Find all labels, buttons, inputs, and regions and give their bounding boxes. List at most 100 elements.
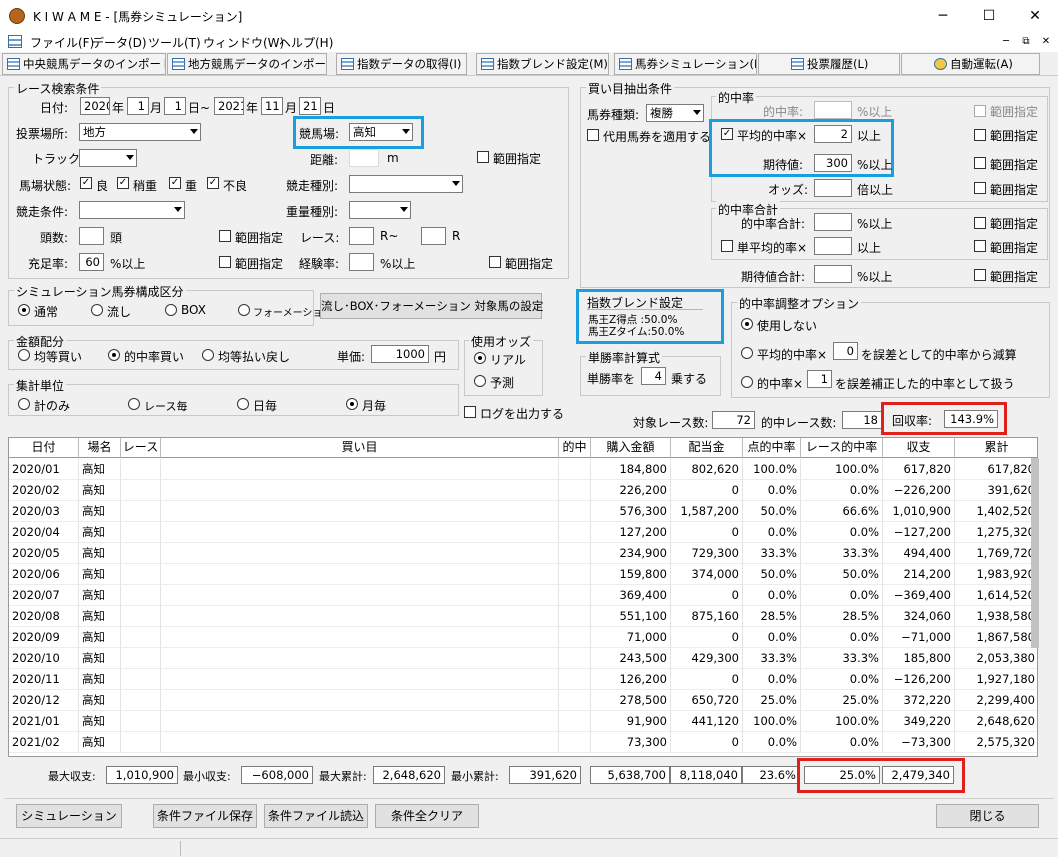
- win-power-input[interactable]: 4: [641, 367, 666, 385]
- hit-sum-input[interactable]: [814, 213, 852, 231]
- cond-heavy-checkbox[interactable]: ✓: [169, 177, 181, 189]
- table-row[interactable]: 2020/01 高知 184,800 802,620 100.0% 100.0% 617,8…: [9, 459, 1037, 480]
- target-horse-settings-button[interactable]: 流し･BOX･フォーメーション 対象馬の設定: [320, 293, 543, 319]
- adjust-correct-radio[interactable]: [741, 376, 753, 388]
- race-condition-select[interactable]: [79, 201, 185, 219]
- expected-value-input[interactable]: 300: [814, 154, 852, 172]
- sim-nagashi-radio[interactable]: [91, 304, 103, 316]
- vote-history-button[interactable]: 投票履歴(L): [758, 53, 900, 75]
- odds-real-radio[interactable]: [474, 352, 486, 364]
- day-from-input[interactable]: 1: [164, 97, 186, 115]
- cond-bad-checkbox[interactable]: ✓: [207, 177, 219, 189]
- mdi-restore-button[interactable]: ⧉: [1018, 35, 1034, 49]
- agg-day-radio[interactable]: [237, 398, 249, 410]
- experience-range-checkbox[interactable]: [489, 256, 501, 268]
- track-select[interactable]: [79, 149, 137, 167]
- table-row[interactable]: 2020/10 高知 243,500 429,300 33.3% 33.3% 185,800…: [9, 648, 1037, 669]
- import-central-button[interactable]: 中央競馬データのインポート(J): [2, 53, 166, 75]
- avg-hit-checkbox[interactable]: ✓: [721, 128, 733, 140]
- load-conditions-button[interactable]: 条件ファイル読込: [264, 804, 368, 828]
- menu-data[interactable]: データ(D): [92, 34, 147, 51]
- odds-input[interactable]: [814, 179, 852, 197]
- adjust-none-radio[interactable]: [741, 318, 753, 330]
- expected-sum-range-checkbox[interactable]: [974, 269, 986, 281]
- expected-sum-input[interactable]: [814, 265, 852, 283]
- col-hit[interactable]: 的中: [559, 438, 591, 458]
- close-window-button[interactable]: ✕: [1012, 0, 1058, 32]
- table-row[interactable]: 2020/12 高知 278,500 650,720 25.0% 25.0% 372,220…: [9, 690, 1037, 711]
- race-from-input[interactable]: [349, 227, 374, 245]
- sim-normal-radio[interactable]: [18, 304, 30, 316]
- race-kind-select[interactable]: [349, 175, 463, 193]
- import-local-button[interactable]: 地方競馬データのインポート(N): [167, 53, 327, 75]
- expected-range-checkbox[interactable]: [974, 157, 986, 169]
- col-purchase[interactable]: 購入金額: [591, 438, 671, 458]
- single-avg-range-checkbox[interactable]: [974, 240, 986, 252]
- weight-kind-select[interactable]: [349, 201, 411, 219]
- hit-sum-range-checkbox[interactable]: [974, 217, 986, 229]
- agg-total-radio[interactable]: [18, 398, 30, 410]
- col-bets[interactable]: 買い目: [161, 438, 559, 458]
- minimize-button[interactable]: ─: [920, 0, 966, 32]
- distance-range-checkbox[interactable]: [477, 151, 489, 163]
- table-scrollbar[interactable]: [1031, 458, 1039, 648]
- heads-range-checkbox[interactable]: [219, 230, 231, 242]
- blend-settings-button[interactable]: 指数ブレンド設定(M): [476, 53, 609, 75]
- menu-file[interactable]: ファイル(F): [30, 34, 94, 51]
- save-conditions-button[interactable]: 条件ファイル保存: [153, 804, 257, 828]
- year-to-input[interactable]: 2021: [214, 97, 244, 115]
- agg-race-radio[interactable]: [128, 398, 140, 410]
- close-button[interactable]: 閉じる: [936, 804, 1039, 828]
- single-avg-input[interactable]: [814, 237, 852, 255]
- experience-input[interactable]: [349, 253, 374, 271]
- table-row[interactable]: 2020/05 高知 234,900 729,300 33.3% 33.3% 494,400…: [9, 543, 1037, 564]
- ticket-type-select[interactable]: 複勝: [646, 104, 704, 122]
- hit-rate-range-checkbox[interactable]: [974, 105, 986, 117]
- menu-tools[interactable]: ツール(T): [148, 34, 201, 51]
- table-row[interactable]: 2020/08 高知 551,100 875,160 28.5% 28.5% 324,060…: [9, 606, 1037, 627]
- fill-range-checkbox[interactable]: [219, 256, 231, 268]
- clear-conditions-button[interactable]: 条件全クリア: [375, 804, 479, 828]
- log-output-checkbox[interactable]: [464, 406, 476, 418]
- mdi-minimize-button[interactable]: ─: [998, 35, 1014, 49]
- col-point-hit[interactable]: 点的中率: [743, 438, 801, 458]
- proxy-ticket-checkbox[interactable]: [587, 129, 599, 141]
- table-row[interactable]: 2020/09 高知 71,000 0 0.0% 0.0% −71,000 1,867,580: [9, 627, 1037, 648]
- mdi-close-button[interactable]: ✕: [1038, 35, 1054, 49]
- odds-predicted-radio[interactable]: [474, 375, 486, 387]
- table-row[interactable]: 2021/01 高知 91,900 441,120 100.0% 100.0% 349,22…: [9, 711, 1037, 732]
- simulation-button[interactable]: シミュレーション: [16, 804, 122, 828]
- unit-price-input[interactable]: 1000: [371, 345, 429, 363]
- money-equal-radio[interactable]: [18, 349, 30, 361]
- sim-box-radio[interactable]: [165, 304, 177, 316]
- menu-help[interactable]: ヘルプ(H): [279, 34, 333, 51]
- table-row[interactable]: 2020/07 高知 369,400 0 0.0% 0.0% −369,400 1,614,5…: [9, 585, 1037, 606]
- heads-input[interactable]: [79, 227, 104, 245]
- col-balance[interactable]: 収支: [883, 438, 955, 458]
- sim-formation-radio[interactable]: [238, 304, 250, 316]
- hit-rate-input[interactable]: [814, 101, 852, 119]
- table-row[interactable]: 2020/04 高知 127,200 0 0.0% 0.0% −127,200 1,275,3…: [9, 522, 1037, 543]
- race-to-input[interactable]: [421, 227, 446, 245]
- auto-run-button[interactable]: 自動運転(A): [901, 53, 1040, 75]
- adjust-correct-input[interactable]: 1: [807, 370, 832, 388]
- day-to-input[interactable]: 21: [299, 97, 321, 115]
- month-to-input[interactable]: 11: [261, 97, 283, 115]
- ticket-simulation-button[interactable]: 馬券シミュレーション(B): [614, 53, 757, 75]
- agg-month-radio[interactable]: [346, 398, 358, 410]
- money-hitrate-radio[interactable]: [108, 349, 120, 361]
- col-payout[interactable]: 配当金: [671, 438, 743, 458]
- results-table[interactable]: 日付 場名 レース 買い目 的中 購入金額 配当金 点的中率 レース的中率 収支…: [8, 437, 1038, 757]
- adjust-subtract-radio[interactable]: [741, 347, 753, 359]
- menu-window[interactable]: ウィンドウ(W): [203, 34, 284, 51]
- table-row[interactable]: 2021/02 高知 73,300 0 0.0% 0.0% −73,300 2,575,320: [9, 732, 1037, 753]
- cond-good-checkbox[interactable]: ✓: [80, 177, 92, 189]
- cond-slightly-heavy-checkbox[interactable]: ✓: [117, 177, 129, 189]
- maximize-button[interactable]: ☐: [966, 0, 1012, 32]
- avg-hit-range-checkbox[interactable]: [974, 129, 986, 141]
- table-row[interactable]: 2020/02 高知 226,200 0 0.0% 0.0% −226,200 391,620: [9, 480, 1037, 501]
- col-date[interactable]: 日付: [9, 438, 79, 458]
- avg-hit-input[interactable]: 2: [814, 125, 852, 143]
- money-payout-radio[interactable]: [202, 349, 214, 361]
- adjust-subtract-input[interactable]: 0: [833, 342, 858, 360]
